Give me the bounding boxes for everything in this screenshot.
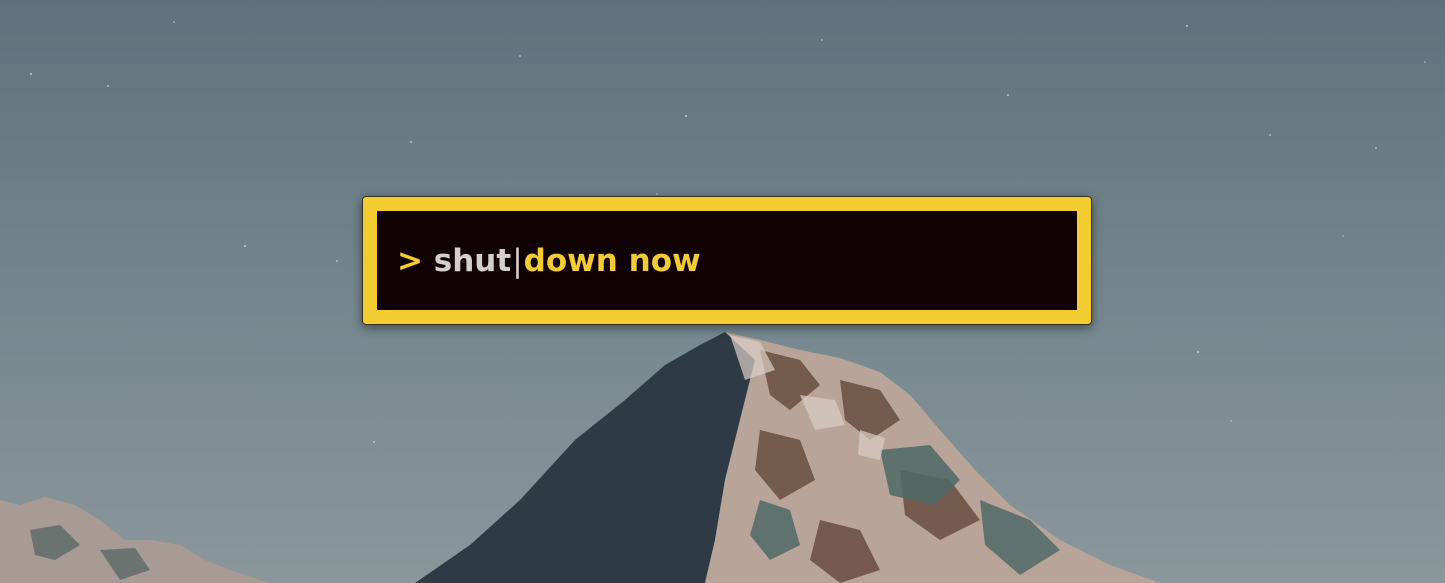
autocomplete-suggestion[interactable]: down now — [524, 243, 701, 279]
command-launcher: > shut | down now — [362, 196, 1092, 325]
typed-text — [423, 243, 434, 279]
typed-command: shut — [433, 242, 512, 279]
command-input[interactable]: > shut | down now — [377, 211, 1077, 310]
text-caret: | — [512, 242, 523, 279]
prompt-symbol: > — [397, 242, 423, 279]
